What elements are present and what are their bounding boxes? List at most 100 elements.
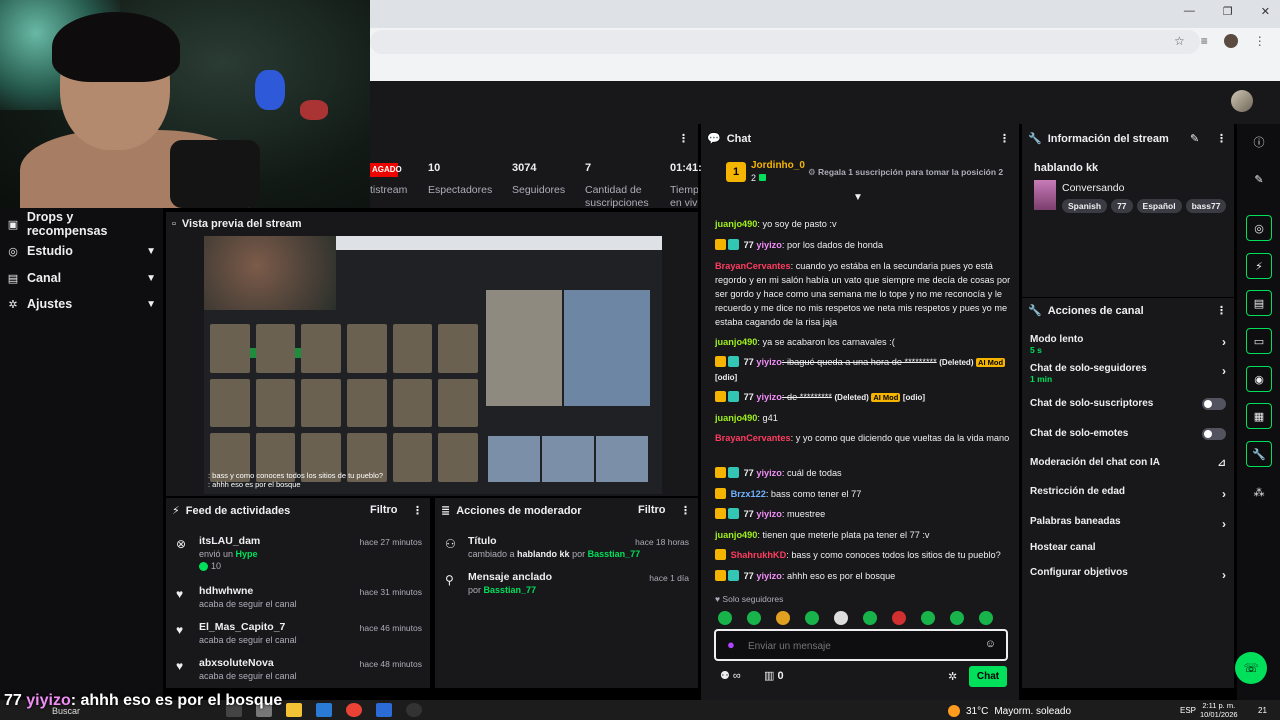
chat-username[interactable]: yiyizo [756, 392, 782, 402]
profile-avatar[interactable] [1223, 34, 1238, 48]
weather-widget[interactable]: 31°C Mayorm. soleado [948, 705, 1071, 717]
mod-user[interactable]: Basstian_77 [484, 585, 537, 595]
stat-label-multistream: tistream [370, 184, 408, 196]
action-age-restriction[interactable]: Restricción de edad › [1030, 486, 1226, 501]
chat-username[interactable]: yiyizo [756, 571, 782, 581]
feed-more-icon[interactable]: ⋮ [412, 504, 423, 517]
add-panel-icon[interactable]: ⁂ [1246, 479, 1272, 505]
chat-username[interactable]: yiyizo [756, 240, 782, 250]
reading-list-icon[interactable]: ≡ [1201, 34, 1208, 48]
browser-menu-icon[interactable]: ⋮ [1254, 34, 1266, 48]
help-chat-button[interactable]: ☏ [1235, 652, 1267, 684]
chat-username[interactable]: juanjo490 [715, 219, 757, 229]
emote-icon[interactable] [950, 611, 964, 625]
chat-username[interactable]: yiyizo [756, 509, 782, 519]
restore-button[interactable]: ❐ [1223, 5, 1233, 18]
action-slow-mode[interactable]: Modo lento 5 s › [1030, 334, 1226, 355]
stats-more-icon[interactable]: ⋮ [678, 132, 689, 145]
mod-filter-button[interactable]: Filtro [638, 504, 666, 516]
emote-icon[interactable] [718, 611, 732, 625]
nav-item-drops[interactable]: ▣ Drops y recompensas [6, 210, 156, 238]
obs-icon[interactable] [406, 703, 422, 717]
tag-chip[interactable]: 77 [1111, 199, 1133, 213]
subs-only-toggle[interactable] [1202, 398, 1226, 410]
chat-username[interactable]: juanjo490 [715, 413, 757, 423]
bits-counter[interactable]: ▥ 0 [764, 669, 784, 682]
emote-icon[interactable] [979, 611, 993, 625]
studio-rail-icon[interactable]: ◎ [1246, 215, 1272, 241]
emote-icon[interactable] [892, 611, 906, 625]
chat-settings-icon[interactable]: ✲ [948, 670, 957, 683]
emote-icon[interactable] [863, 611, 877, 625]
emote-icon[interactable] [921, 611, 935, 625]
clipboard-rail-icon[interactable]: ▤ [1246, 290, 1272, 316]
store-icon[interactable] [376, 703, 392, 717]
nav-item-studio[interactable]: ◎ Estudio ▼ [6, 241, 156, 261]
top-gifter-name[interactable]: Jordinho_0 [751, 160, 805, 171]
chat-input[interactable] [748, 638, 968, 654]
system-tray[interactable]: ESP [1180, 706, 1196, 715]
action-banned-words[interactable]: Palabras baneadas › [1030, 516, 1226, 531]
category-boxart[interactable] [1034, 180, 1056, 210]
emotes-only-toggle[interactable] [1202, 428, 1226, 440]
feed-filter-button[interactable]: Filtro [370, 504, 398, 516]
action-followers-only[interactable]: Chat de solo-seguidores 1 min › [1030, 363, 1226, 384]
tag-chip[interactable]: Español [1136, 199, 1182, 213]
emote-icon[interactable] [834, 611, 848, 625]
chat-username[interactable]: BrayanCervantes [715, 433, 791, 443]
gift-prompt[interactable]: ⚙ Regala 1 suscripción para tomar la pos… [808, 167, 1003, 178]
emote-icon[interactable] [776, 611, 790, 625]
chat-username[interactable]: Brzx122 [731, 489, 766, 499]
tag-chip[interactable]: Spanish [1062, 199, 1108, 213]
heart-icon: ♥ [176, 623, 184, 637]
feed-user[interactable]: El_Mas_Capito_7 [199, 621, 285, 633]
edit-pencil-icon[interactable]: ✎ [1190, 132, 1199, 145]
edit-pencil-icon[interactable]: ✎ [1246, 166, 1272, 192]
panel-rail-icon[interactable]: ▦ [1246, 403, 1272, 429]
mod-user[interactable]: Basstian_77 [588, 549, 641, 559]
user-avatar[interactable] [1231, 90, 1253, 112]
nav-item-settings[interactable]: ✲ Ajustes ▼ [6, 294, 156, 314]
wrench-rail-icon[interactable]: 🔧 [1246, 441, 1272, 467]
stat-viewers: 10 [428, 162, 441, 174]
channel-points-icon[interactable]: ⚉ ∞ [720, 669, 741, 682]
chat-username[interactable]: yiyizo [756, 468, 782, 478]
feed-user[interactable]: abxsoluteNova [199, 657, 274, 669]
chrome-icon[interactable] [346, 703, 362, 717]
notification-count[interactable]: 21 [1258, 706, 1267, 715]
emoji-icon[interactable]: ☺ [985, 638, 996, 650]
file-explorer-icon[interactable] [286, 703, 302, 717]
tag-chip[interactable]: bass77 [1185, 199, 1227, 213]
info-more-icon[interactable]: ⋮ [1216, 132, 1227, 145]
minimize-button[interactable]: — [1184, 5, 1195, 18]
stream-category[interactable]: Conversando [1062, 182, 1124, 194]
mod-more-icon[interactable]: ⋮ [680, 504, 691, 517]
chat-username[interactable]: BrayanCervantes [715, 261, 791, 271]
feed-user[interactable]: itsLAU_dam [199, 535, 260, 547]
feed-user[interactable]: hdhwhwne [199, 585, 253, 597]
broadcast-rail-icon[interactable]: ◉ [1246, 366, 1272, 392]
taskbar-clock[interactable]: 2:11 p. m. 10/01/2026 [1200, 701, 1238, 719]
chat-username[interactable]: yiyizo [756, 357, 782, 367]
action-ai-moderation[interactable]: Moderación del chat con IA ⊿ [1030, 457, 1226, 469]
chat-rail-icon[interactable]: ▭ [1246, 328, 1272, 354]
address-bar[interactable] [370, 30, 1200, 54]
bolt-rail-icon[interactable]: ⚡ [1246, 253, 1272, 279]
action-host-channel[interactable]: Hostear canal [1030, 542, 1226, 553]
emote-icon[interactable] [747, 611, 761, 625]
chat-username[interactable]: juanjo490 [715, 530, 757, 540]
chat-username[interactable]: juanjo490 [715, 337, 757, 347]
bookmark-star-icon[interactable]: ☆ [1174, 34, 1185, 48]
chat-more-icon[interactable]: ⋮ [999, 132, 1010, 145]
emote-icon[interactable] [805, 611, 819, 625]
mic-icon[interactable]: ● [727, 637, 735, 652]
actions-more-icon[interactable]: ⋮ [1216, 304, 1227, 317]
outlook-icon[interactable] [316, 703, 332, 717]
chat-username[interactable]: ShahrukhKD [731, 550, 787, 560]
stream-preview-video[interactable] [204, 236, 662, 494]
info-icon[interactable]: ⓘ [1246, 129, 1272, 155]
nav-item-channel[interactable]: ▤ Canal ▼ [6, 268, 156, 288]
chat-send-button[interactable]: Chat [969, 666, 1007, 687]
action-goals[interactable]: Configurar objetivos › [1030, 567, 1226, 582]
close-window-button[interactable]: ✕ [1261, 5, 1270, 18]
